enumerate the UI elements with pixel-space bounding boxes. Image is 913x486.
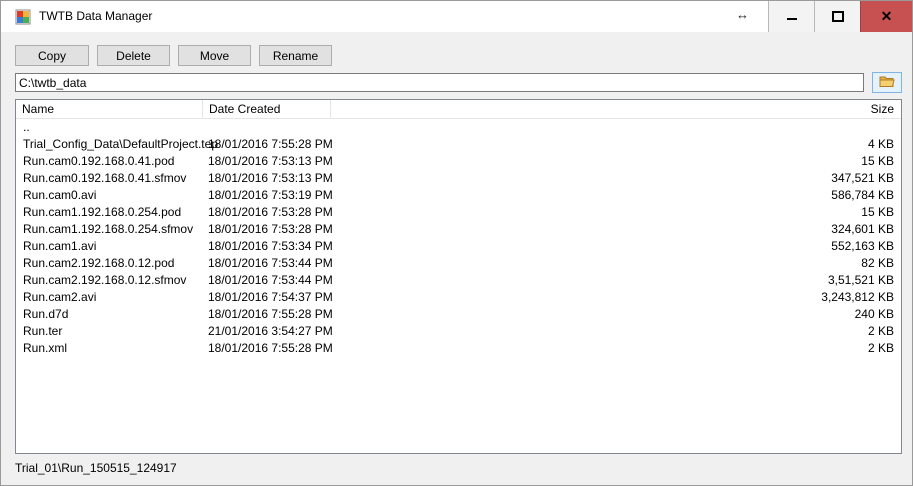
maximize-button[interactable] — [814, 1, 860, 32]
file-size: 586,784 KB — [831, 188, 894, 202]
file-size: 2 KB — [867, 341, 894, 355]
file-date-created: 18/01/2016 7:54:37 PM — [208, 290, 333, 304]
file-row[interactable]: Run.cam0.avi 18/01/2016 7:53:19 PM 586,784… — [16, 187, 901, 204]
path-input[interactable] — [15, 73, 864, 92]
file-list-header: Name Date Created Size — [16, 100, 901, 119]
close-icon: ✕ — [880, 8, 893, 24]
window-title: TWTB Data Manager — [39, 9, 153, 23]
file-date-created: 21/01/2016 3:54:27 PM — [208, 324, 333, 338]
status-bar-text: Trial_01\Run_150515_124917 — [15, 461, 177, 475]
file-row[interactable]: Run.d7d 18/01/2016 7:55:28 PM 240 KB — [16, 306, 901, 323]
file-name: Run.cam2.192.168.0.12.sfmov — [23, 273, 187, 287]
file-row[interactable]: .. — [16, 119, 901, 136]
copy-button[interactable]: Copy — [15, 45, 89, 66]
file-size: 3,51,521 KB — [827, 273, 894, 287]
file-list-rows: .. Trial_Config_Data\DefaultProject.tep 18… — [16, 119, 901, 357]
file-name: Run.cam0.avi — [23, 188, 97, 202]
file-date-created: 18/01/2016 7:53:13 PM — [208, 154, 333, 168]
file-row[interactable]: Run.cam1.avi 18/01/2016 7:53:34 PM 552,163… — [16, 238, 901, 255]
file-name: Trial_Config_Data\DefaultProject.tep — [23, 137, 218, 151]
file-date-created: 18/01/2016 7:53:44 PM — [208, 273, 333, 287]
file-name: .. — [23, 120, 30, 134]
file-size: 324,601 KB — [831, 222, 894, 236]
file-name: Run.ter — [23, 324, 63, 338]
column-header-name[interactable]: Name — [16, 100, 203, 118]
file-row[interactable]: Run.ter 21/01/2016 3:54:27 PM 2 KB — [16, 323, 901, 340]
file-row[interactable]: Run.xml 18/01/2016 7:55:28 PM 2 KB — [16, 340, 901, 357]
file-size: 347,521 KB — [831, 171, 894, 185]
file-date-created: 18/01/2016 7:53:19 PM — [208, 188, 333, 202]
file-date-created: 18/01/2016 7:55:28 PM — [208, 341, 333, 355]
file-date-created: 18/01/2016 7:53:13 PM — [208, 171, 333, 185]
column-header-size[interactable]: Size — [331, 100, 901, 118]
file-name: Run.cam1.192.168.0.254.sfmov — [23, 222, 194, 236]
file-row[interactable]: Run.cam2.avi 18/01/2016 7:54:37 PM 3,243,8… — [16, 289, 901, 306]
file-date-created: 18/01/2016 7:53:44 PM — [208, 256, 333, 270]
file-date-created: 18/01/2016 7:53:34 PM — [208, 239, 333, 253]
file-date-created: 18/01/2016 7:53:28 PM — [208, 222, 333, 236]
rename-button[interactable]: Rename — [259, 45, 332, 66]
file-row[interactable]: Trial_Config_Data\DefaultProject.tep 18/0… — [16, 136, 901, 153]
resize-icon: ↔ — [736, 7, 749, 22]
file-name: Run.cam0.192.168.0.41.pod — [23, 154, 175, 168]
file-name: Run.cam1.192.168.0.254.pod — [23, 205, 182, 219]
app-icon — [15, 9, 31, 25]
file-size: 4 KB — [867, 137, 894, 151]
minimize-icon — [786, 18, 797, 20]
maximize-icon — [831, 11, 844, 22]
file-list[interactable]: Name Date Created Size .. Trial_Config_Da… — [15, 99, 902, 454]
browse-folder-button[interactable] — [872, 72, 902, 93]
file-row[interactable]: Run.cam2.192.168.0.12.sfmov 18/01/2016 7:… — [16, 272, 901, 289]
delete-button[interactable]: Delete — [97, 45, 170, 66]
file-row[interactable]: Run.cam1.192.168.0.254.sfmov 18/01/2016 7… — [16, 221, 901, 238]
file-date-created: 18/01/2016 7:55:28 PM — [208, 307, 333, 321]
move-button[interactable]: Move — [178, 45, 251, 66]
folder-icon — [879, 75, 895, 91]
file-name: Run.cam2.avi — [23, 290, 97, 304]
file-size: 82 KB — [861, 256, 894, 270]
title-bar[interactable]: TWTB Data Manager ↔ ✕ — [1, 1, 912, 32]
file-row[interactable]: Run.cam1.192.168.0.254.pod 18/01/2016 7:5… — [16, 204, 901, 221]
file-name: Run.cam1.avi — [23, 239, 97, 253]
file-name: Run.xml — [23, 341, 68, 355]
file-size: 240 KB — [854, 307, 894, 321]
file-name: Run.d7d — [23, 307, 69, 321]
close-button[interactable]: ✕ — [860, 1, 912, 32]
file-size: 2 KB — [867, 324, 894, 338]
file-date-created: 18/01/2016 7:55:28 PM — [208, 137, 333, 151]
file-size: 552,163 KB — [831, 239, 894, 253]
file-name: Run.cam0.192.168.0.41.sfmov — [23, 171, 187, 185]
file-size: 15 KB — [861, 154, 894, 168]
file-size: 3,243,812 KB — [821, 290, 894, 304]
minimize-button[interactable] — [768, 1, 814, 32]
file-row[interactable]: Run.cam2.192.168.0.12.pod 18/01/2016 7:53… — [16, 255, 901, 272]
file-date-created: 18/01/2016 7:53:28 PM — [208, 205, 333, 219]
file-size: 15 KB — [861, 205, 894, 219]
app-window: TWTB Data Manager ↔ ✕ Copy Delete Move R… — [0, 0, 913, 486]
column-header-date-created[interactable]: Date Created — [203, 100, 331, 118]
file-row[interactable]: Run.cam0.192.168.0.41.sfmov 18/01/2016 7:… — [16, 170, 901, 187]
file-name: Run.cam2.192.168.0.12.pod — [23, 256, 175, 270]
file-row[interactable]: Run.cam0.192.168.0.41.pod 18/01/2016 7:53… — [16, 153, 901, 170]
